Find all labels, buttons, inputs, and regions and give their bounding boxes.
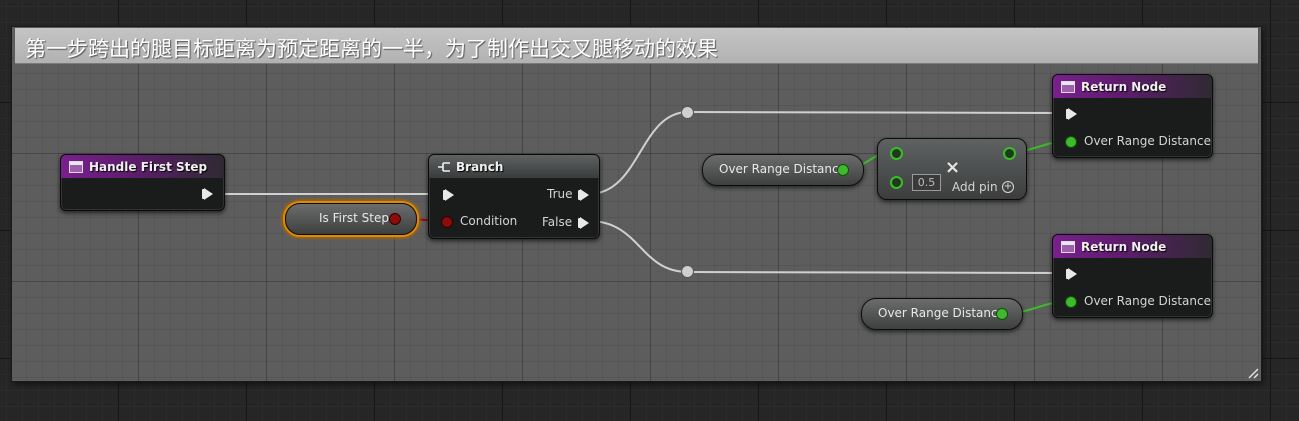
comment-text: 第一步跨出的腿目标距离为预定距离的一半，为了制作出交叉腿移动的效果	[25, 37, 718, 61]
node-header: Return Node	[1053, 75, 1212, 98]
bool-output-pin[interactable]	[390, 214, 400, 224]
branch-node[interactable]: Branch True Condition False	[428, 154, 600, 239]
variable-label: Is First Step	[319, 211, 389, 225]
handle-first-step-node[interactable]: Handle First Step	[60, 154, 225, 211]
reroute-node-false[interactable]	[682, 266, 693, 277]
condition-pin[interactable]	[442, 217, 452, 227]
float-input-pin-b[interactable]	[890, 176, 903, 189]
float-output-pin[interactable]	[838, 165, 848, 175]
function-icon	[69, 160, 83, 173]
node-title: Return Node	[1081, 239, 1167, 254]
multiply-node[interactable]: 0.5 × Add pin +	[877, 138, 1027, 200]
exec-input-pin[interactable]	[1066, 268, 1077, 280]
resize-grip-icon[interactable]	[1247, 367, 1259, 379]
float-output-pin[interactable]	[1003, 147, 1016, 160]
variable-label: Over Range Distance	[719, 162, 846, 176]
false-exec-pin[interactable]	[578, 217, 589, 229]
return-node-1[interactable]: Return Node Over Range Distance	[1052, 74, 1213, 158]
branch-icon	[437, 161, 451, 173]
return-node-2[interactable]: Return Node Over Range Distance	[1052, 234, 1213, 318]
node-title: Return Node	[1081, 79, 1167, 94]
node-header: Handle First Step	[61, 155, 224, 178]
float-output-pin[interactable]	[997, 309, 1007, 319]
float-input-pin[interactable]	[1066, 297, 1076, 307]
node-title: Branch	[456, 159, 504, 174]
false-pin-label: False	[542, 215, 573, 229]
exec-input-pin[interactable]	[443, 189, 454, 201]
function-icon	[1061, 240, 1075, 253]
node-title: Handle First Step	[89, 159, 208, 174]
variable-label: Over Range Distance	[878, 306, 1005, 320]
multiplier-value[interactable]: 0.5	[912, 174, 941, 191]
add-pin-label[interactable]: Add pin	[952, 180, 998, 194]
float-input-pin[interactable]	[1066, 137, 1076, 147]
exec-input-pin[interactable]	[1066, 108, 1077, 120]
condition-pin-label: Condition	[460, 214, 518, 228]
pin-label: Over Range Distance	[1084, 134, 1211, 148]
reroute-node-true[interactable]	[682, 107, 693, 118]
function-icon	[1061, 80, 1075, 93]
float-input-pin-a[interactable]	[890, 147, 903, 160]
over-range-distance-node-1[interactable]: Over Range Distance	[702, 154, 864, 186]
node-header: Branch	[429, 155, 599, 178]
comment-header[interactable]: 第一步跨出的腿目标距离为预定距离的一半，为了制作出交叉腿移动的效果	[15, 28, 1258, 64]
exec-output-pin[interactable]	[202, 188, 213, 200]
over-range-distance-node-2[interactable]: Over Range Distance	[861, 298, 1023, 330]
add-pin-icon[interactable]: +	[1002, 181, 1014, 193]
true-exec-pin[interactable]	[578, 189, 589, 201]
multiply-operator-icon: ×	[945, 157, 961, 178]
node-header: Return Node	[1053, 235, 1212, 258]
is-first-step-node[interactable]: Is First Step	[285, 203, 417, 235]
pin-label: Over Range Distance	[1084, 294, 1211, 308]
true-pin-label: True	[547, 187, 573, 201]
